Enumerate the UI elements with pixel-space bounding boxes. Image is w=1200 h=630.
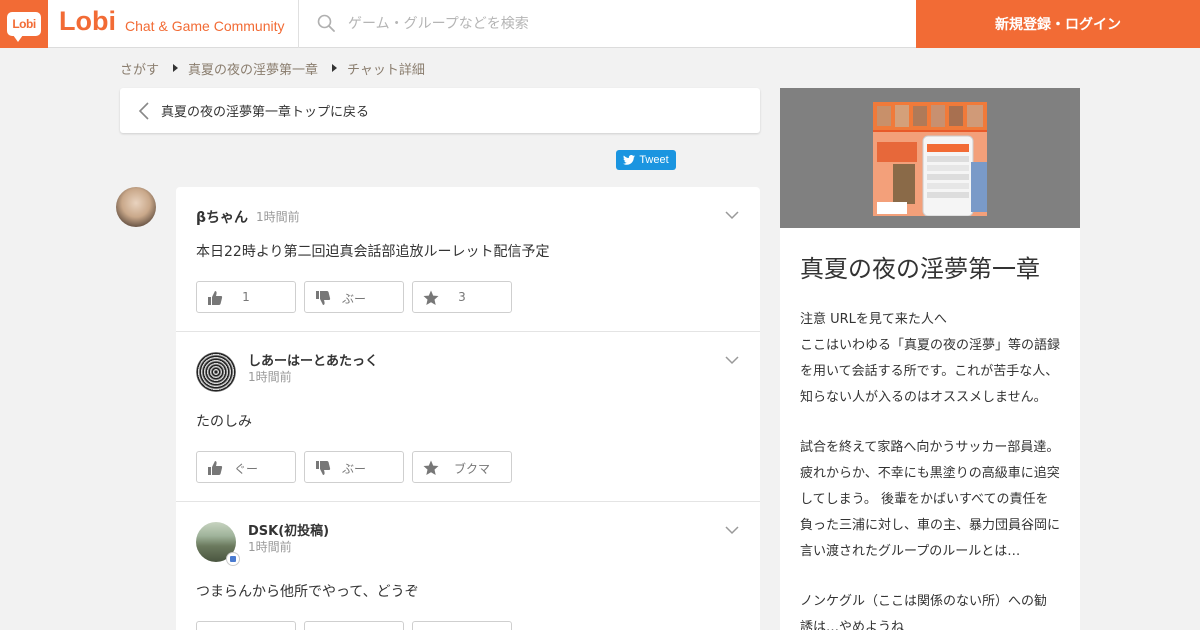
back-to-group-link[interactable]: 真夏の夜の淫夢第一章トップに戻る (120, 88, 760, 133)
group-hero (780, 88, 1080, 228)
avatar[interactable] (196, 352, 236, 392)
chevron-left-icon (138, 102, 149, 120)
like-label: ぐー (233, 462, 258, 476)
boo-label: ぶー (341, 462, 366, 476)
post-body: たのしみ (196, 414, 252, 430)
like-count: 1 (242, 290, 250, 304)
avatar[interactable] (116, 187, 156, 227)
post-time: 1時間前 (248, 540, 292, 554)
star-icon (423, 460, 439, 475)
bookmark-button[interactable] (412, 621, 512, 630)
boo-button[interactable]: ぶー (304, 451, 404, 483)
breadcrumb-search[interactable]: さがす (120, 59, 159, 78)
breadcrumb-current: チャット詳細 (347, 62, 425, 78)
breadcrumb-group[interactable]: 真夏の夜の淫夢第一章 (188, 59, 318, 78)
chevron-down-icon[interactable] (725, 526, 739, 535)
group-sidebar: 真夏の夜の淫夢第一章 注意 URLを見て来た人へ ここはいわゆる「真夏の夜の淫夢… (780, 88, 1080, 630)
back-label: 真夏の夜の淫夢第一章トップに戻る (161, 105, 370, 120)
group-thumbnail[interactable] (873, 102, 987, 216)
breadcrumb-separator-icon (332, 64, 338, 72)
chevron-down-icon[interactable] (725, 356, 739, 365)
lobi-logo[interactable]: Lobi (0, 0, 48, 48)
boo-button[interactable] (304, 621, 404, 630)
twitter-bird-icon (623, 155, 636, 165)
login-button[interactable]: 新規登録・ログイン (916, 0, 1200, 48)
post-author[interactable]: βちゃん (196, 207, 248, 227)
like-button[interactable]: ぐー (196, 451, 296, 483)
user-badge-icon (226, 552, 240, 566)
post-body: 本日22時より第二回迫真会話部追放ルーレット配信予定 (196, 244, 550, 260)
post-author[interactable]: DSK(初投稿) (248, 520, 329, 539)
tagline: Chat & Game Community (125, 18, 285, 34)
description-line: 知らない人が入るのはオススメしません。 (800, 390, 1047, 405)
search-input[interactable] (340, 8, 900, 40)
bookmark-label: ブクマ (453, 462, 490, 476)
boo-button[interactable]: ぶー (304, 281, 404, 313)
bookmark-count: 3 (458, 290, 466, 304)
chat-post: しあーはーとあたっく 1時間前 たのしみ ぐー ぶー ブクマ (176, 332, 760, 502)
description-line: ノンケグル（ここは関係のない所）への勧 (800, 594, 1048, 609)
logo-text[interactable]: Lobi (59, 6, 116, 37)
bookmark-button[interactable]: ブクマ (412, 451, 512, 483)
description-line: 言い渡されたグループのルールとは… (800, 544, 1021, 559)
like-button[interactable]: 1 (196, 281, 296, 313)
description-line: ここはいわゆる「真夏の夜の淫夢」等の語録 (800, 338, 1061, 353)
logo-badge: Lobi (7, 12, 41, 42)
post-body: つまらんから他所でやって、どうぞ (196, 584, 419, 600)
search-icon (317, 14, 335, 32)
description-line: してしまう。 後輩をかばいすべての責任を (800, 492, 1049, 507)
header-divider (298, 0, 299, 48)
post-time: 1時間前 (248, 370, 292, 384)
post-author[interactable]: しあーはーとあたっく (248, 350, 378, 369)
description-line: 負った三浦に対し、車の主、暴力団員谷岡に (800, 518, 1061, 533)
star-icon (423, 290, 439, 305)
tweet-button[interactable]: Tweet (616, 150, 676, 170)
description-line: 誘は…やめようね (800, 620, 905, 630)
group-title: 真夏の夜の淫夢第一章 (800, 255, 1040, 283)
site-header: Lobi Lobi Chat & Game Community 新規登録・ログイ… (0, 0, 1200, 48)
group-thumbnail-image (873, 102, 987, 216)
description-line: 注意 URLを見て来た人へ (800, 312, 947, 327)
chat-post: DSK(初投稿) 1時間前 つまらんから他所でやって、どうぞ (176, 502, 760, 630)
bookmark-button[interactable]: 3 (412, 281, 512, 313)
tweet-label: Tweet (639, 154, 669, 166)
chevron-down-icon[interactable] (725, 211, 739, 220)
post-time: 1時間前 (256, 210, 300, 224)
boo-label: ぶー (341, 292, 366, 306)
description-line: 疲れからか、不幸にも黒塗りの高級車に追突 (800, 466, 1060, 481)
breadcrumb: さがす 真夏の夜の淫夢第一章 チャット詳細 (120, 58, 425, 78)
description-line: 試合を終えて家路へ向かうサッカー部員達。 (800, 440, 1060, 455)
chat-posts: βちゃん 1時間前 本日22時より第二回迫真会話部追放ルーレット配信予定 1 ぶ… (176, 187, 760, 630)
description-line: を用いて会話する所です。これが苦手な人、 (800, 364, 1059, 379)
breadcrumb-separator-icon (173, 64, 179, 72)
like-button[interactable] (196, 621, 296, 630)
chat-post: βちゃん 1時間前 本日22時より第二回迫真会話部追放ルーレット配信予定 1 ぶ… (176, 187, 760, 332)
